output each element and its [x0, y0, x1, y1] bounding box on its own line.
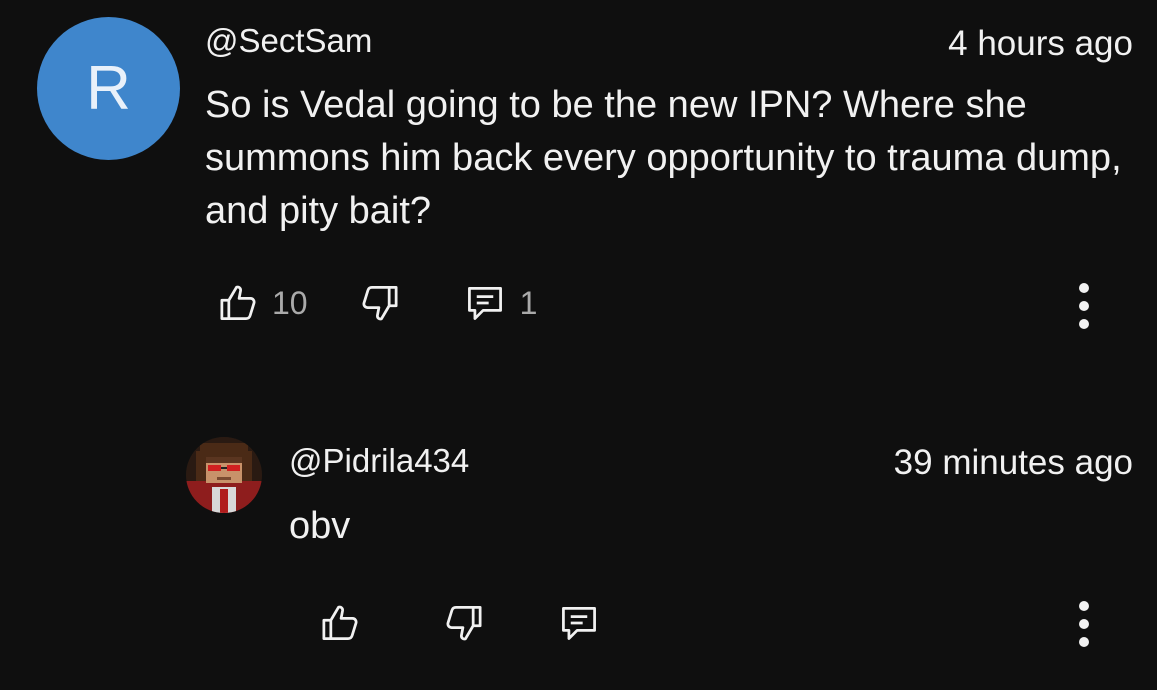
dislike-button[interactable]	[442, 600, 486, 646]
comment-thread: R @SectSam 4 hours ago So is Vedal going…	[0, 0, 1157, 360]
comment-author[interactable]: @SectSam	[205, 22, 372, 60]
comment-actions: 10 1	[216, 280, 537, 326]
reply-button[interactable]	[556, 601, 602, 645]
like-count: 10	[272, 284, 308, 321]
more-options-icon	[1079, 283, 1089, 329]
reply-text: obv	[289, 505, 351, 547]
reply-comment-icon	[467, 286, 502, 320]
avatar-image	[186, 437, 262, 513]
avatar[interactable]: R	[37, 17, 180, 160]
comment-text: So is Vedal going to be the new IPN? Whe…	[205, 84, 1122, 232]
like-button[interactable]: 10	[216, 280, 308, 326]
reply-count: 1	[519, 284, 538, 321]
avatar[interactable]	[186, 437, 262, 513]
more-options-button[interactable]	[1074, 282, 1094, 337]
more-options-button[interactable]	[1074, 600, 1094, 655]
thumbs-up-icon	[322, 605, 358, 640]
thumbs-up-icon	[220, 285, 256, 320]
thumbs-down-icon	[446, 606, 482, 641]
reply-thread: @Pidrila434 39 minutes ago obv	[0, 420, 1157, 690]
reply-actions	[318, 600, 602, 646]
comment-timestamp: 4 hours ago	[948, 24, 1133, 63]
reply-comment-icon	[562, 606, 596, 640]
reply-button[interactable]: 1	[462, 281, 538, 325]
thumbs-down-icon	[362, 286, 398, 321]
reply-author[interactable]: @Pidrila434	[289, 442, 469, 480]
like-button[interactable]	[318, 600, 362, 646]
dislike-button[interactable]	[358, 280, 402, 326]
more-options-icon	[1079, 601, 1089, 647]
reply-timestamp: 39 minutes ago	[893, 443, 1133, 482]
